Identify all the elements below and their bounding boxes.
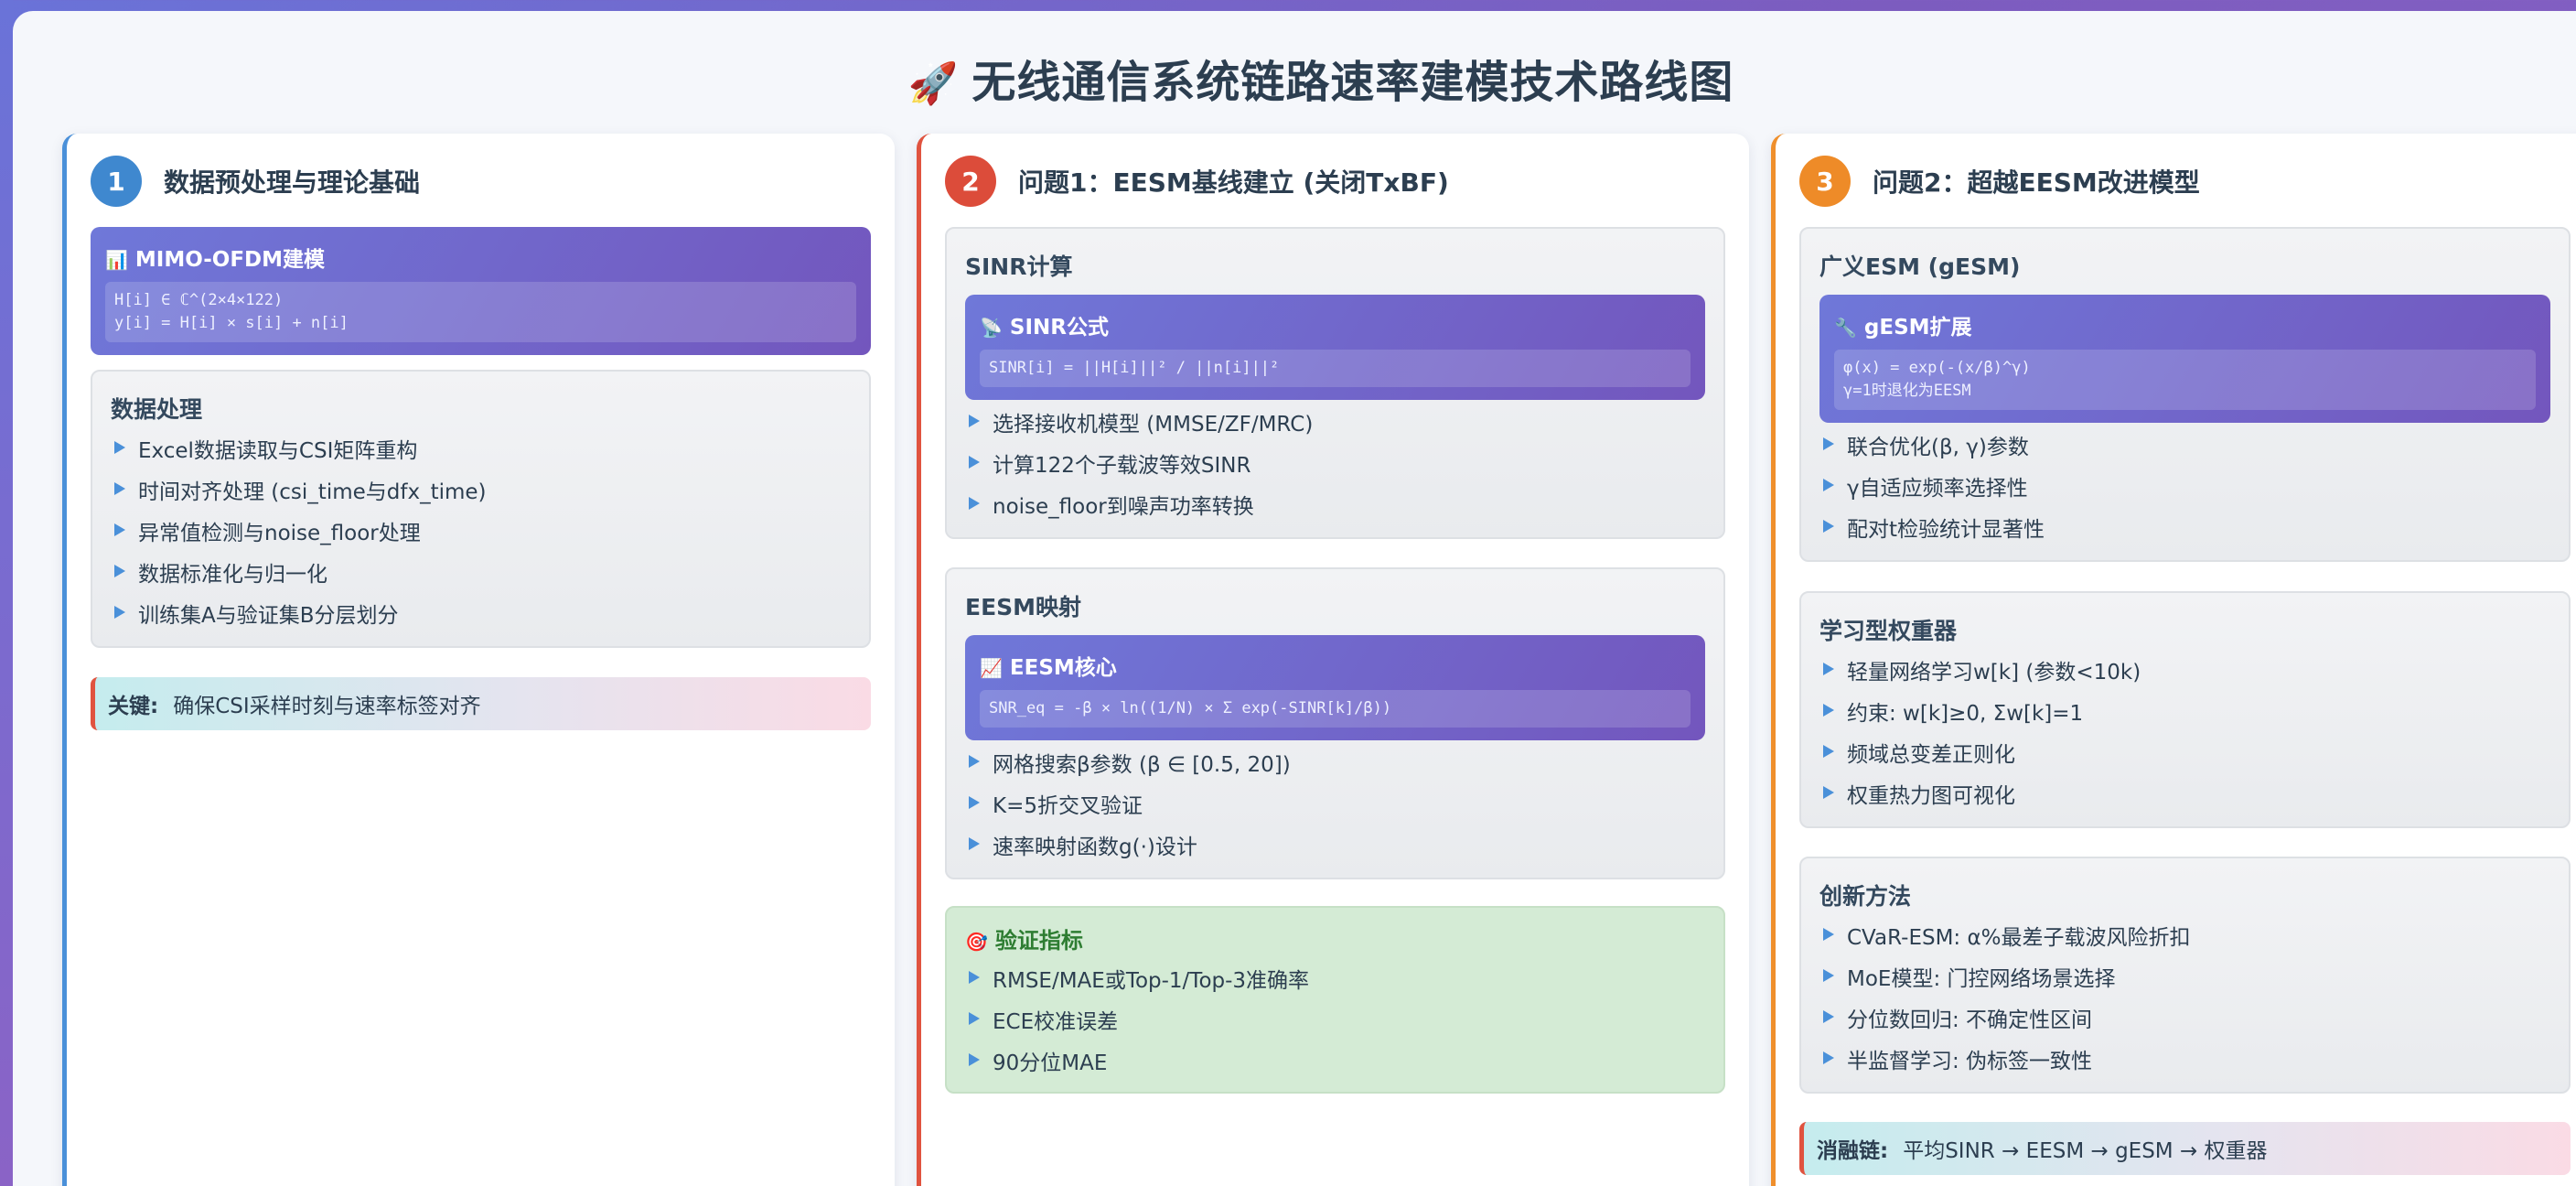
list-item: 权重热力图可视化: [1819, 782, 2550, 810]
column-eesm-baseline: 2 问题1：EESM基线建立 (关闭TxBF) SINR计算 📡 SINR公式 S…: [917, 134, 1749, 1186]
item-list: 选择接收机模型 (MMSE/ZF/MRC) 计算122个子载波等效SINR no…: [965, 411, 1705, 521]
list-item: MoE模型: 门控网络场景选择: [1819, 965, 2550, 993]
column-title: 数据预处理与理论基础: [164, 167, 421, 198]
section-data-processing: 数据处理 Excel数据读取与CSI矩阵重构 时间对齐处理 (csi_time与…: [91, 370, 871, 648]
list-item: K=5折交叉验证: [965, 792, 1705, 820]
list-item: 计算122个子载波等效SINR: [965, 452, 1705, 480]
list-item: CVaR-ESM: α%最差子载波风险折扣: [1819, 924, 2550, 952]
item-list: 联合优化(β, γ)参数 γ自适应频率选择性 配对t检验统计显著性: [1819, 434, 2550, 544]
satellite-dish-icon: 📡: [980, 317, 1003, 339]
item-list: RMSE/MAE或Top-1/Top-3准确率 ECE校准误差 90分位MAE: [965, 967, 1705, 1077]
list-item: 网格搜索β参数 (β ∈ [0.5, 20]): [965, 751, 1705, 779]
section-learned-weighter: 学习型权重器 轻量网络学习w[k] (参数<10k) 约束: w[k]≥0, Σ…: [1799, 591, 2571, 828]
section-title: 🎯 验证指标: [965, 928, 1083, 954]
list-item: noise_floor到噪声功率转换: [965, 493, 1705, 521]
formula-card-eesm: 📈 EESM核心 SNR_eq = -β × ln((1/N) × Σ exp(-…: [965, 635, 1705, 740]
formula-code: SINR[i] = ||H[i]||² / ||n[i]||²: [980, 350, 1690, 387]
ablation-chain-note: 消融链: 平均SINR → EESM → gESM → 权重器: [1799, 1122, 2571, 1175]
section-title: 学习型权重器: [1819, 618, 1958, 644]
key-text: 确保CSI采样时刻与速率标签对齐: [173, 695, 481, 718]
list-item: ECE校准误差: [965, 1008, 1705, 1036]
list-item: 90分位MAE: [965, 1050, 1705, 1077]
key-text: 平均SINR → EESM → gESM → 权重器: [1903, 1139, 2268, 1163]
page-title: 🚀 无线通信系统链路速率建模技术路线图: [907, 57, 1734, 108]
section-title: SINR计算: [965, 253, 1073, 280]
list-item: 配对t检验统计显著性: [1819, 516, 2550, 544]
section-innovative-methods: 创新方法 CVaR-ESM: α%最差子载波风险折扣 MoE模型: 门控网络场景…: [1799, 857, 2571, 1094]
step-number-badge: 2: [945, 156, 996, 207]
trend-chart-icon: 📈: [980, 657, 1003, 679]
column-data-preprocessing: 1 数据预处理与理论基础 📊 MIMO-OFDM建模 H[i] ∈ ℂ^(2×4×…: [62, 134, 895, 1186]
formula-title: 📈 EESM核心: [980, 656, 1117, 680]
formula-title: 📡 SINR公式: [980, 316, 1109, 340]
bar-chart-icon: 📊: [105, 249, 128, 271]
item-list: 网格搜索β参数 (β ∈ [0.5, 20]) K=5折交叉验证 速率映射函数g…: [965, 751, 1705, 861]
list-item: 训练集A与验证集B分层划分: [111, 602, 851, 630]
column-improved-model: 3 问题2：超越EESM改进模型 广义ESM (gESM) 🔧 gESM扩展 φ(…: [1771, 134, 2576, 1186]
section-title: 创新方法: [1819, 883, 1912, 910]
item-list: CVaR-ESM: α%最差子载波风险折扣 MoE模型: 门控网络场景选择 分位…: [1819, 924, 2550, 1075]
section-title: 广义ESM (gESM): [1819, 253, 2021, 280]
key-label: 消融链:: [1817, 1139, 1889, 1163]
formula-title: 📊 MIMO-OFDM建模: [105, 248, 326, 272]
formula-title: 🔧 gESM扩展: [1834, 316, 1972, 340]
formula-card-mimo-ofdm: 📊 MIMO-OFDM建模 H[i] ∈ ℂ^(2×4×122) y[i] = H…: [91, 227, 871, 355]
list-item: 异常值检测与noise_floor处理: [111, 520, 851, 547]
formula-card-sinr: 📡 SINR公式 SINR[i] = ||H[i]||² / ||n[i]||²: [965, 295, 1705, 400]
column-header: 1 数据预处理与理论基础: [91, 156, 420, 207]
column-header: 2 问题1：EESM基线建立 (关闭TxBF): [945, 156, 1449, 207]
list-item: 速率映射函数g(·)设计: [965, 834, 1705, 861]
list-item: 联合优化(β, γ)参数: [1819, 434, 2550, 461]
list-item: RMSE/MAE或Top-1/Top-3准确率: [965, 967, 1705, 995]
rocket-icon: 🚀: [907, 60, 960, 107]
item-list: 轻量网络学习w[k] (参数<10k) 约束: w[k]≥0, Σw[k]=1 …: [1819, 659, 2550, 810]
section-title: 数据处理: [111, 396, 203, 423]
list-item: 分位数回归: 不确定性区间: [1819, 1007, 2550, 1034]
formula-code: SNR_eq = -β × ln((1/N) × Σ exp(-SINR[k]/…: [980, 690, 1690, 728]
roadmap-page: 🚀 无线通信系统链路速率建模技术路线图 1 数据预处理与理论基础 📊 MIMO-OF…: [13, 11, 2576, 1186]
step-number-badge: 1: [91, 156, 142, 207]
list-item: 轻量网络学习w[k] (参数<10k): [1819, 659, 2550, 686]
section-sinr-calculation: SINR计算 📡 SINR公式 SINR[i] = ||H[i]||² / ||n…: [945, 227, 1725, 539]
formula-card-gesm: 🔧 gESM扩展 φ(x) = exp(-(x/β)^γ) γ=1时退化为EESM: [1819, 295, 2550, 423]
formula-code: H[i] ∈ ℂ^(2×4×122) y[i] = H[i] × s[i] + …: [105, 282, 856, 342]
key-label: 关键:: [108, 695, 159, 718]
column-header: 3 问题2：超越EESM改进模型: [1799, 156, 2200, 207]
section-verification-metrics: 🎯 验证指标 RMSE/MAE或Top-1/Top-3准确率 ECE校准误差 90…: [945, 906, 1725, 1094]
list-item: 约束: w[k]≥0, Σw[k]=1: [1819, 700, 2550, 728]
list-item: 时间对齐处理 (csi_time与dfx_time): [111, 479, 851, 506]
list-item: 数据标准化与归一化: [111, 561, 851, 588]
list-item: 频域总变差正则化: [1819, 741, 2550, 769]
list-item: γ自适应频率选择性: [1819, 475, 2550, 502]
section-generalized-esm: 广义ESM (gESM) 🔧 gESM扩展 φ(x) = exp(-(x/β)^γ…: [1799, 227, 2571, 562]
section-eesm-mapping: EESM映射 📈 EESM核心 SNR_eq = -β × ln((1/N) × …: [945, 567, 1725, 879]
list-item: Excel数据读取与CSI矩阵重构: [111, 437, 851, 465]
section-title: EESM映射: [965, 594, 1082, 620]
formula-code: φ(x) = exp(-(x/β)^γ) γ=1时退化为EESM: [1834, 350, 2536, 410]
column-title: 问题2：超越EESM改进模型: [1873, 167, 2200, 198]
item-list: Excel数据读取与CSI矩阵重构 时间对齐处理 (csi_time与dfx_t…: [111, 437, 851, 630]
list-item: 半监督学习: 伪标签一致性: [1819, 1048, 2550, 1075]
target-icon: 🎯: [965, 931, 988, 953]
key-note: 关键: 确保CSI采样时刻与速率标签对齐: [91, 677, 871, 730]
wrench-icon: 🔧: [1834, 317, 1857, 339]
list-item: 选择接收机模型 (MMSE/ZF/MRC): [965, 411, 1705, 438]
step-number-badge: 3: [1799, 156, 1851, 207]
background-strip: [0, 0, 13, 1186]
column-title: 问题1：EESM基线建立 (关闭TxBF): [1018, 167, 1449, 198]
